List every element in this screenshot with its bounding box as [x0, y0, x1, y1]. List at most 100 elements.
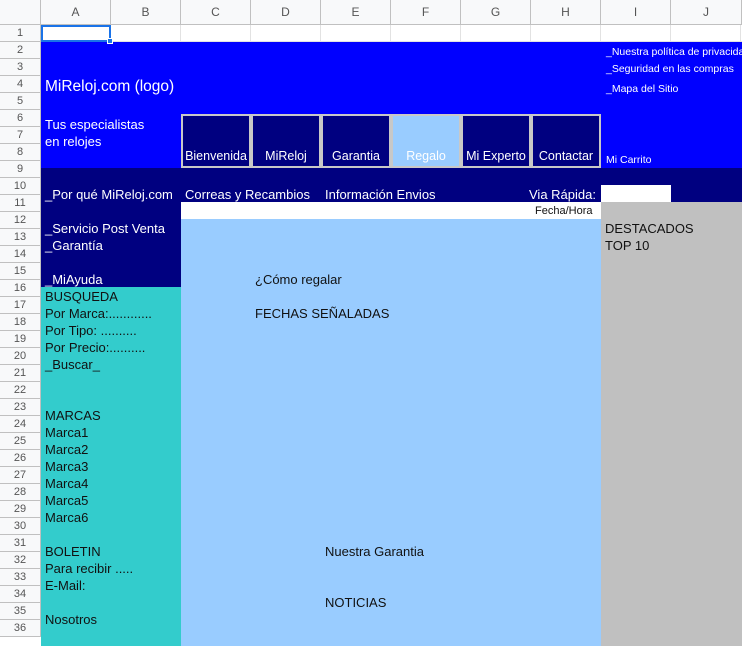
- right-gray-panel: [601, 202, 742, 646]
- nav-label: Bienvenida: [185, 149, 247, 163]
- brand-item[interactable]: Marca2: [45, 441, 88, 458]
- search-by-price[interactable]: Por Precio:..........: [45, 339, 145, 356]
- row-header[interactable]: 5: [0, 93, 41, 110]
- nav-label: Contactar: [538, 149, 594, 163]
- row-header[interactable]: 27: [0, 467, 41, 484]
- nav-label: Regalo: [406, 149, 446, 163]
- row-header[interactable]: 16: [0, 280, 41, 297]
- cart-link[interactable]: Mi Carrito: [606, 152, 652, 169]
- row-header[interactable]: 36: [0, 620, 41, 637]
- row-header[interactable]: 29: [0, 501, 41, 518]
- row-header[interactable]: 2: [0, 42, 41, 59]
- row-header[interactable]: 28: [0, 484, 41, 501]
- row-header[interactable]: 7: [0, 127, 41, 144]
- row-header[interactable]: 15: [0, 263, 41, 280]
- news-heading: NOTICIAS: [325, 595, 387, 610]
- row-header[interactable]: 32: [0, 552, 41, 569]
- row-header[interactable]: 11: [0, 195, 41, 212]
- straps-link[interactable]: Correas y Recambios: [185, 186, 310, 203]
- nav-garantia-button[interactable]: Garantia: [321, 114, 391, 168]
- about-us-link[interactable]: Nosotros: [45, 611, 97, 628]
- row-header[interactable]: 30: [0, 518, 41, 535]
- row-header[interactable]: 8: [0, 144, 41, 161]
- special-dates-heading: FECHAS SEÑALADAS: [255, 306, 390, 321]
- column-header[interactable]: I: [601, 0, 671, 25]
- featured-heading: DESTACADOS: [605, 221, 694, 236]
- fill-handle[interactable]: [107, 38, 113, 44]
- column-header[interactable]: C: [181, 0, 251, 25]
- nav-regalo-button[interactable]: Regalo: [391, 114, 461, 168]
- row-header[interactable]: 19: [0, 331, 41, 348]
- row-header[interactable]: 26: [0, 450, 41, 467]
- nav-contactar-button[interactable]: Contactar: [531, 114, 601, 168]
- search-by-type[interactable]: Por Tipo: ..........: [45, 322, 137, 339]
- column-header[interactable]: E: [321, 0, 391, 25]
- why-mireloj-link[interactable]: _Por qué MiReloj.com: [45, 186, 173, 203]
- nav-label: MiReloj: [265, 149, 307, 163]
- row-header[interactable]: 14: [0, 246, 41, 263]
- row-header[interactable]: 3: [0, 59, 41, 76]
- nav-label: Garantia: [332, 149, 380, 163]
- column-header[interactable]: A: [41, 0, 111, 25]
- row-header[interactable]: 33: [0, 569, 41, 586]
- row-header[interactable]: 4: [0, 76, 41, 93]
- row-header[interactable]: 34: [0, 586, 41, 603]
- row-header[interactable]: 18: [0, 314, 41, 331]
- brand-item[interactable]: Marca5: [45, 492, 88, 509]
- select-all-corner[interactable]: [0, 0, 41, 25]
- nav-bienvenida-button[interactable]: Bienvenida: [181, 114, 251, 168]
- selected-cell-outline[interactable]: [41, 25, 111, 42]
- row-header[interactable]: 31: [0, 535, 41, 552]
- newsletter-email-label[interactable]: E-Mail:: [45, 577, 85, 594]
- row-header[interactable]: 25: [0, 433, 41, 450]
- row-header[interactable]: 20: [0, 348, 41, 365]
- spreadsheet: Bienvenida MiReloj Garantia Regalo Mi Ex…: [0, 0, 742, 646]
- quick-access-label: Via Rápida:: [529, 187, 596, 202]
- row-header[interactable]: 17: [0, 297, 41, 314]
- top10-heading: TOP 10: [605, 238, 650, 253]
- security-link[interactable]: _Seguridad en las compras: [606, 61, 734, 78]
- tagline-line1: Tus especialistas: [45, 117, 145, 132]
- row-header[interactable]: 21: [0, 365, 41, 382]
- datetime-label: Fecha/Hora: [535, 205, 593, 217]
- how-to-gift-heading: ¿Cómo regalar: [255, 272, 342, 287]
- column-header[interactable]: H: [531, 0, 601, 25]
- row-header[interactable]: 23: [0, 399, 41, 416]
- search-button[interactable]: _Buscar_: [45, 356, 100, 373]
- search-by-brand[interactable]: Por Marca:............: [45, 305, 152, 322]
- brands-title: MARCAS: [45, 408, 101, 423]
- my-help-link[interactable]: _MiAyuda: [45, 271, 103, 288]
- tagline-line2: en relojes: [45, 134, 102, 149]
- sitemap-link[interactable]: _Mapa del Sitio: [606, 81, 678, 98]
- brand-item[interactable]: Marca6: [45, 509, 88, 526]
- column-header[interactable]: B: [111, 0, 181, 25]
- row-header[interactable]: 24: [0, 416, 41, 433]
- newsletter-title: BOLETIN: [45, 544, 101, 559]
- newsletter-receive: Para recibir .....: [45, 561, 134, 576]
- post-sale-service-link[interactable]: _Servicio Post Venta: [45, 220, 165, 237]
- row-header[interactable]: 10: [0, 178, 41, 195]
- our-warranty-heading: Nuestra Garantia: [325, 544, 424, 559]
- warranty-link[interactable]: _Garantía: [45, 237, 103, 254]
- row-header[interactable]: 13: [0, 229, 41, 246]
- row-header[interactable]: 6: [0, 110, 41, 127]
- nav-label: Mi Experto: [466, 149, 526, 163]
- column-header[interactable]: D: [251, 0, 321, 25]
- privacy-link[interactable]: _Nuestra política de privacidad: [606, 44, 742, 61]
- row-header[interactable]: 1: [0, 25, 41, 42]
- main-content-panel: [181, 219, 601, 646]
- nav-mireloj-button[interactable]: MiReloj: [251, 114, 321, 168]
- column-header[interactable]: F: [391, 0, 461, 25]
- column-header[interactable]: G: [461, 0, 531, 25]
- brand-item[interactable]: Marca3: [45, 458, 88, 475]
- quick-access-input[interactable]: [601, 185, 671, 202]
- row-header[interactable]: 9: [0, 161, 41, 178]
- shipping-link[interactable]: Información Envios: [325, 186, 436, 203]
- row-header[interactable]: 12: [0, 212, 41, 229]
- brand-item[interactable]: Marca4: [45, 475, 88, 492]
- brand-item[interactable]: Marca1: [45, 424, 88, 441]
- row-header[interactable]: 35: [0, 603, 41, 620]
- row-header[interactable]: 22: [0, 382, 41, 399]
- nav-mi-experto-button[interactable]: Mi Experto: [461, 114, 531, 168]
- column-header[interactable]: J: [671, 0, 742, 25]
